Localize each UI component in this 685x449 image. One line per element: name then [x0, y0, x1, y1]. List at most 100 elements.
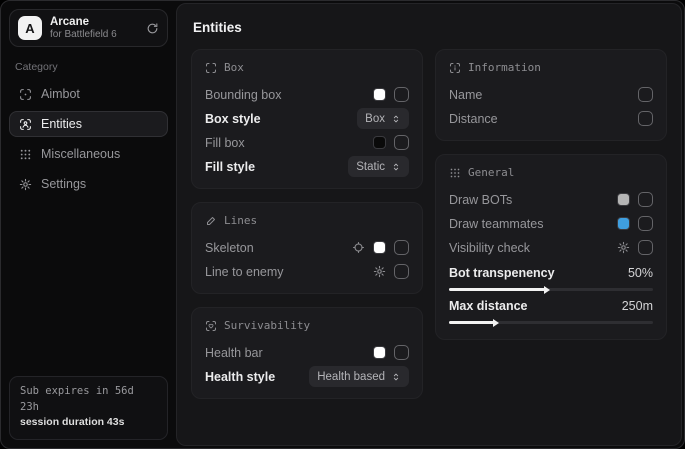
setting-row: Fill box: [205, 132, 409, 153]
setting-row: Bounding box: [205, 84, 409, 105]
general-section: General Draw BOTs Draw teammates: [435, 154, 667, 340]
setting-label: Health style: [205, 370, 275, 384]
page-title: Entities: [193, 20, 665, 35]
setting-label: Draw teammates: [449, 217, 543, 231]
setting-row: Health style Health based: [205, 366, 409, 387]
chevron-updown-icon: [391, 162, 401, 172]
pencil-icon: [205, 215, 217, 227]
setting-row: Line to enemy: [205, 261, 409, 282]
setting-row: Draw BOTs: [449, 189, 653, 210]
bot-transparency-slider[interactable]: [449, 288, 653, 291]
grid-icon: [19, 148, 32, 161]
chevron-updown-icon: [391, 114, 401, 124]
gear-icon[interactable]: [373, 265, 386, 278]
crosshair-icon: [19, 88, 32, 101]
app-subtitle: for Battlefield 6: [50, 29, 138, 41]
lines-section: Lines Skeleton Line to enemy: [191, 202, 423, 294]
setting-row: Max distance 250m: [449, 299, 653, 324]
setting-row: Distance: [449, 108, 653, 129]
sidebar-item-label: Aimbot: [41, 87, 80, 101]
setting-label: Health bar: [205, 346, 263, 360]
section-title: Information: [468, 61, 541, 74]
survivability-section: Survivability Health bar Health style He…: [191, 307, 423, 399]
gear-icon[interactable]: [617, 241, 630, 254]
heart-scan-icon: [205, 320, 217, 332]
health-style-select[interactable]: Health based: [309, 366, 409, 387]
distance-checkbox[interactable]: [638, 111, 653, 126]
sidebar-item-settings[interactable]: Settings: [9, 171, 168, 197]
slider-value: 250m: [622, 299, 653, 313]
box-section: Box Bounding box Box style Box: [191, 49, 423, 189]
max-distance-slider[interactable]: [449, 321, 653, 324]
sidebar-item-miscellaneous[interactable]: Miscellaneous: [9, 141, 168, 167]
skeleton-checkbox[interactable]: [394, 240, 409, 255]
app-name: Arcane: [50, 16, 138, 29]
grid-icon: [449, 167, 461, 179]
color-swatch[interactable]: [373, 136, 386, 149]
setting-label: Bot transpenency: [449, 266, 555, 280]
color-swatch[interactable]: [617, 193, 630, 206]
app-window: A Arcane for Battlefield 6 Category Aimb…: [0, 0, 685, 449]
setting-row: Fill style Static: [205, 156, 409, 177]
setting-row: Skeleton: [205, 237, 409, 258]
sub-expires-text: Sub expires in 56d 23h: [20, 384, 157, 416]
visibility-check-checkbox[interactable]: [638, 240, 653, 255]
reticle-icon[interactable]: [352, 241, 365, 254]
setting-label: Bounding box: [205, 88, 281, 102]
category-label: Category: [15, 61, 162, 73]
person-scan-icon: [19, 118, 32, 131]
bounding-box-checkbox[interactable]: [394, 87, 409, 102]
main-panel: Entities Box Bounding box: [176, 3, 682, 446]
setting-label: Line to enemy: [205, 265, 284, 279]
line-to-enemy-checkbox[interactable]: [394, 264, 409, 279]
setting-label: Visibility check: [449, 241, 530, 255]
setting-label: Name: [449, 88, 482, 102]
slider-fill[interactable]: [449, 321, 494, 324]
app-logo: A: [18, 16, 42, 40]
sidebar-item-label: Entities: [41, 117, 82, 131]
info-scan-icon: [449, 62, 461, 74]
sidebar: A Arcane for Battlefield 6 Category Aimb…: [1, 1, 176, 448]
slider-fill[interactable]: [449, 288, 545, 291]
refresh-icon[interactable]: [146, 22, 159, 35]
setting-label: Distance: [449, 112, 498, 126]
setting-row: Health bar: [205, 342, 409, 363]
information-section: Information Name Distance: [435, 49, 667, 141]
color-swatch[interactable]: [617, 217, 630, 230]
setting-row: Name: [449, 84, 653, 105]
gear-icon: [19, 178, 32, 191]
chevron-updown-icon: [391, 372, 401, 382]
setting-label: Max distance: [449, 299, 528, 313]
setting-label: Fill box: [205, 136, 245, 150]
health-bar-checkbox[interactable]: [394, 345, 409, 360]
box-style-select[interactable]: Box: [357, 108, 409, 129]
sidebar-item-label: Miscellaneous: [41, 147, 120, 161]
slider-value: 50%: [628, 266, 653, 280]
subscription-info: Sub expires in 56d 23h session duration …: [9, 376, 168, 440]
sidebar-nav: Aimbot Entities Miscellaneous Settings: [9, 81, 168, 197]
setting-row: Draw teammates: [449, 213, 653, 234]
setting-label: Box style: [205, 112, 261, 126]
fill-box-checkbox[interactable]: [394, 135, 409, 150]
section-title: Box: [224, 61, 244, 74]
setting-row: Box style Box: [205, 108, 409, 129]
section-title: Survivability: [224, 319, 310, 332]
draw-bots-checkbox[interactable]: [638, 192, 653, 207]
setting-label: Draw BOTs: [449, 193, 512, 207]
session-duration-text: session duration 43s: [20, 415, 157, 431]
brackets-icon: [205, 62, 217, 74]
name-checkbox[interactable]: [638, 87, 653, 102]
sidebar-item-aimbot[interactable]: Aimbot: [9, 81, 168, 107]
setting-label: Fill style: [205, 160, 255, 174]
fill-style-select[interactable]: Static: [348, 156, 409, 177]
account-card[interactable]: A Arcane for Battlefield 6: [9, 9, 168, 47]
sidebar-item-label: Settings: [41, 177, 86, 191]
color-swatch[interactable]: [373, 241, 386, 254]
color-swatch[interactable]: [373, 346, 386, 359]
sidebar-item-entities[interactable]: Entities: [9, 111, 168, 137]
section-title: Lines: [224, 214, 257, 227]
draw-teammates-checkbox[interactable]: [638, 216, 653, 231]
setting-row: Visibility check: [449, 237, 653, 258]
color-swatch[interactable]: [373, 88, 386, 101]
setting-row: Bot transpenency 50%: [449, 266, 653, 291]
